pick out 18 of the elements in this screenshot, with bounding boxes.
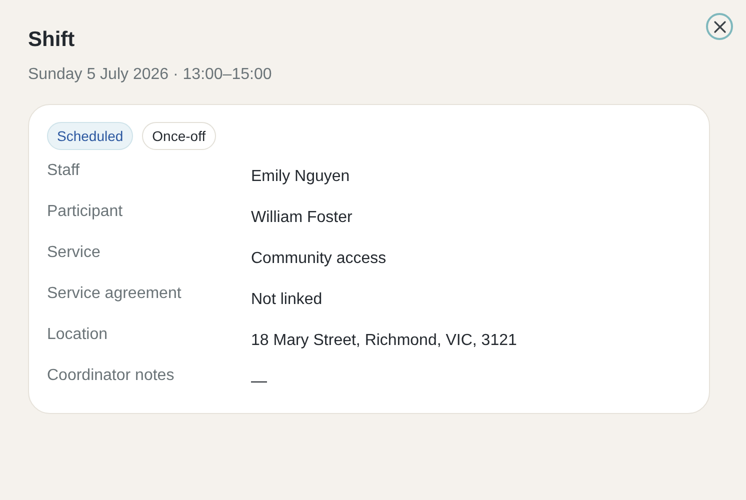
detail-label: Participant xyxy=(47,203,123,220)
detail-label: Coordinator notes xyxy=(47,367,174,384)
detail-label: Staff xyxy=(47,162,80,179)
detail-value: Emily Nguyen xyxy=(251,168,350,185)
type-badge: Once-off xyxy=(142,122,216,150)
dialog-subtitle: Sunday 5 July 2026 · 13:00–15:00 xyxy=(28,65,272,85)
detail-value: 18 Mary Street, Richmond, VIC, 3121 xyxy=(251,332,517,349)
detail-label: Service xyxy=(47,244,100,261)
detail-value: Community access xyxy=(251,250,386,267)
dialog-title: Shift xyxy=(28,27,75,53)
detail-value: Not linked xyxy=(251,291,322,308)
detail-value: William Foster xyxy=(251,209,352,226)
detail-value: — xyxy=(251,373,267,390)
status-badge: Scheduled xyxy=(47,122,134,150)
detail-label: Service agreement xyxy=(47,285,182,302)
close-icon xyxy=(712,20,726,34)
detail-label: Location xyxy=(47,326,108,343)
close-button[interactable] xyxy=(706,13,733,40)
